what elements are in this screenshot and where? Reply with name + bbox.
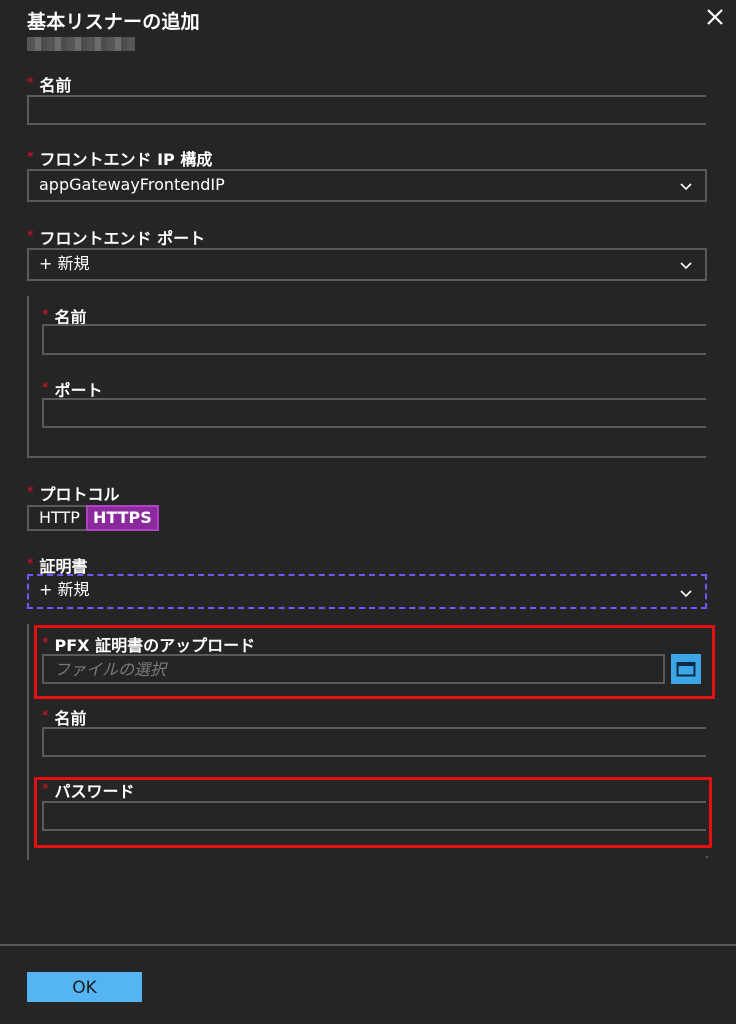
close-button[interactable]: [702, 4, 728, 30]
pfx-file-placeholder: ファイルの選択: [54, 660, 167, 679]
required-mark: *: [27, 150, 34, 165]
protocol-toggle: HTTP HTTPS: [27, 505, 159, 531]
chevron-down-icon: [680, 262, 692, 270]
cert-name-input[interactable]: [42, 727, 706, 757]
folder-icon: [676, 662, 696, 677]
port-group-bottom-border: [27, 456, 706, 458]
cert-name-label: * 名前: [42, 709, 87, 728]
add-listener-blade: 基本リスナーの追加 * 名前 * フロントエンド IP 構成 appGatewayF…: [0, 0, 736, 1024]
browse-file-button[interactable]: [671, 654, 701, 684]
protocol-option-http[interactable]: HTTP: [29, 507, 86, 529]
port-input[interactable]: [42, 398, 706, 428]
required-mark: *: [42, 782, 49, 797]
blade-title: 基本リスナーの追加: [27, 11, 200, 33]
ok-button[interactable]: OK: [27, 972, 142, 1002]
required-mark: *: [27, 76, 34, 91]
required-mark: *: [42, 709, 49, 724]
frontend-port-select[interactable]: + 新規: [27, 248, 707, 281]
footer-divider: [0, 944, 736, 946]
required-mark: *: [42, 308, 49, 323]
required-mark: *: [42, 381, 49, 396]
required-mark: *: [27, 485, 34, 500]
password-label: * パスワード: [42, 782, 135, 801]
required-mark: *: [27, 557, 34, 572]
cert-group-border: [27, 624, 29, 860]
close-icon: [707, 9, 723, 25]
password-input[interactable]: [42, 801, 706, 831]
blade-subtitle-redacted: [27, 37, 135, 51]
cert-select[interactable]: + 新規: [27, 574, 707, 609]
port-name-input[interactable]: [42, 324, 706, 355]
protocol-option-https[interactable]: HTTPS: [85, 505, 159, 531]
pfx-label: * PFX 証明書のアップロード: [42, 636, 256, 655]
required-mark: *: [42, 636, 49, 651]
pfx-file-input[interactable]: ファイルの選択: [42, 654, 665, 684]
port-group-border: [27, 296, 29, 458]
frontend-port-value: + 新規: [39, 254, 90, 273]
required-mark: *: [27, 229, 34, 244]
frontend-ip-select[interactable]: appGatewayFrontendIP: [27, 169, 707, 202]
frontend-ip-label: * フロントエンド IP 構成: [27, 150, 213, 169]
frontend-port-label: * フロントエンド ポート: [27, 229, 206, 248]
chevron-down-icon: [680, 183, 692, 191]
name-label: * 名前: [27, 76, 72, 95]
protocol-label: * プロトコル: [27, 485, 120, 504]
cert-value: + 新規: [39, 580, 90, 599]
cert-group-bottom-tick: [706, 856, 708, 858]
frontend-ip-value: appGatewayFrontendIP: [39, 175, 225, 194]
chevron-down-icon: [680, 590, 692, 598]
name-input[interactable]: [27, 95, 706, 125]
